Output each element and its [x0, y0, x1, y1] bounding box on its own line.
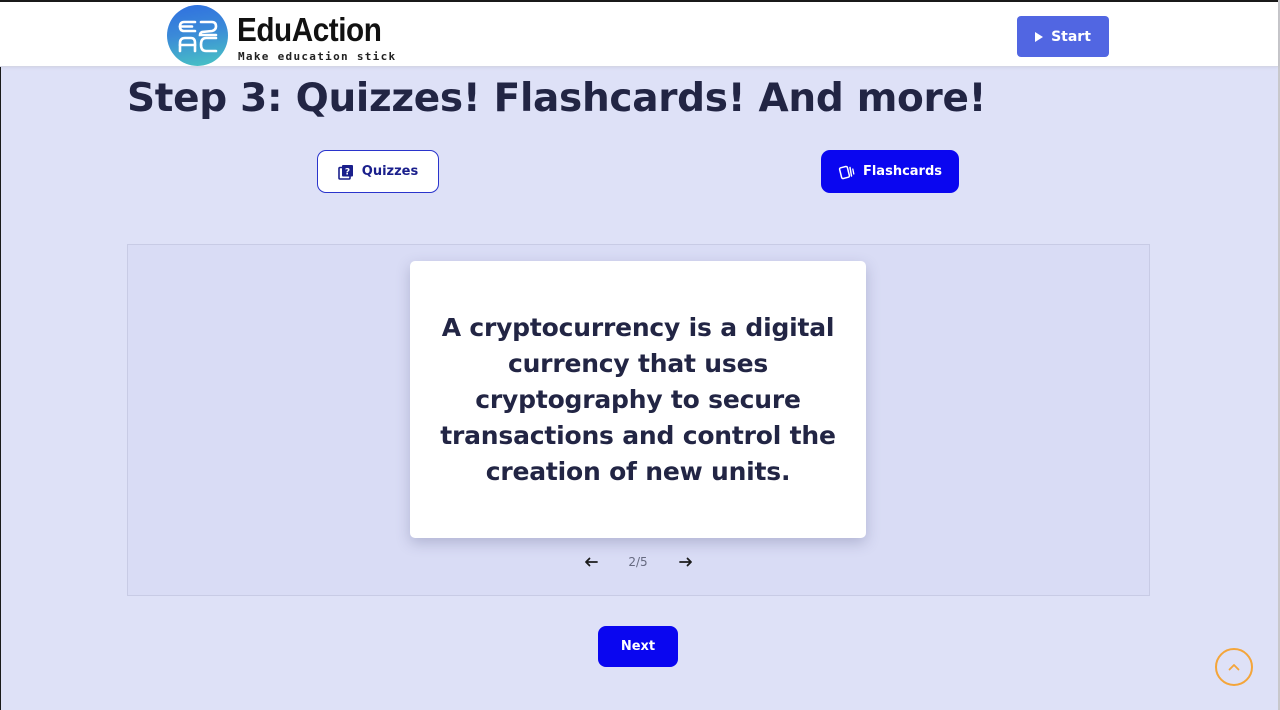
- card-counter: 2/5: [628, 555, 648, 569]
- next-button-label: Next: [620, 639, 656, 654]
- window-left-border: [0, 0, 1, 710]
- chevron-up-icon: [1228, 664, 1240, 671]
- play-icon: [1035, 31, 1044, 42]
- start-button[interactable]: Start: [1017, 16, 1109, 57]
- brand-name: EduAction: [237, 11, 382, 48]
- logo-monogram-icon: [178, 20, 217, 52]
- previous-card-button[interactable]: [580, 551, 602, 573]
- page-title: Step 3: Quizzes! Flashcards! And more!: [127, 76, 987, 121]
- flashcard-text: A cryptocurrency is a digital currency t…: [440, 312, 836, 486]
- brand-tagline: Make education stick: [238, 50, 397, 63]
- arrow-left-icon: [585, 557, 598, 567]
- scroll-to-top-button[interactable]: [1215, 648, 1253, 686]
- quiz-book-icon: ?: [337, 164, 353, 180]
- eduaction-logo-badge[interactable]: [167, 5, 228, 66]
- flashcards-icon: [838, 165, 855, 179]
- tab-quizzes[interactable]: ? Quizzes: [317, 150, 439, 193]
- tab-flashcards-label: Flashcards: [862, 164, 943, 179]
- arrow-right-icon: [679, 557, 692, 567]
- start-button-label: Start: [1051, 28, 1091, 45]
- svg-text:?: ?: [345, 167, 350, 177]
- site-header: EduAction Make education stick Start: [0, 2, 1278, 67]
- next-card-button[interactable]: [675, 551, 697, 573]
- flashcard[interactable]: A cryptocurrency is a digital currency t…: [410, 261, 866, 538]
- tab-quizzes-label: Quizzes: [361, 164, 419, 179]
- next-button[interactable]: Next: [598, 626, 678, 667]
- tab-flashcards[interactable]: Flashcards: [821, 150, 959, 193]
